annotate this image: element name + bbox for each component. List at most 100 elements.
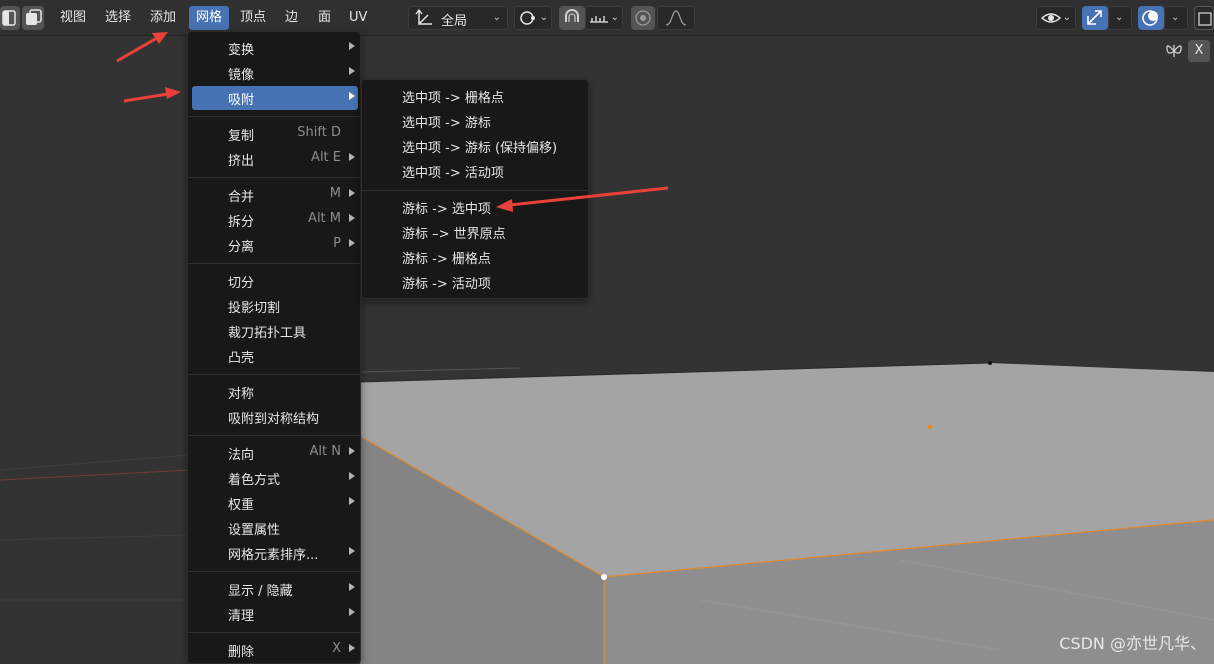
menu-item-label: 投影切割	[228, 301, 281, 316]
xray-toggle[interactable]	[1194, 6, 1214, 30]
menu-separator	[188, 374, 360, 375]
menu-add[interactable]: 添加	[145, 6, 181, 30]
menu-face[interactable]: 面	[313, 6, 336, 30]
menu-item-label: 网格元素排序...	[228, 548, 319, 563]
transform-orientation-icon	[415, 8, 432, 25]
submenu-arrow-icon	[349, 153, 355, 161]
menu-item-label: 分离	[228, 240, 255, 255]
snap-selection-to-cursor[interactable]: 选中项 -> 游标	[366, 109, 586, 133]
menu-item-convex-hull[interactable]: 凸壳	[192, 344, 358, 368]
menu-item-shading[interactable]: 着色方式	[192, 466, 358, 490]
menu-item-bisect[interactable]: 切分	[192, 269, 358, 293]
menu-item-shortcut: M	[329, 186, 341, 201]
viewport-header: 视图 选择 添加 网格 顶点 边 面 UV 全局 ⌄ ⌄ ⌄ ⌄ ⌄ ⌄	[0, 0, 1214, 36]
chevron-down-icon: ⌄	[610, 12, 619, 23]
menu-item-label: 对称	[228, 387, 255, 402]
menu-item-label: 合并	[228, 190, 255, 205]
chevron-down-icon: ⌄	[1115, 12, 1124, 23]
menu-item-knife-topology[interactable]: 裁刀拓扑工具	[192, 319, 358, 343]
select-mode-extend-button[interactable]	[22, 6, 44, 30]
submenu-arrow-icon	[349, 583, 355, 591]
menu-item-show-hide[interactable]: 显示 / 隐藏	[192, 577, 358, 601]
menu-item-delete[interactable]: 删除 X	[192, 638, 358, 662]
snap-selection-to-cursor-offset[interactable]: 选中项 -> 游标 (保持偏移)	[366, 134, 586, 158]
3d-viewport[interactable]	[0, 0, 1214, 664]
menu-item-label: 凸壳	[228, 351, 255, 366]
gizmo-dropdown[interactable]: ⌄	[1108, 6, 1132, 30]
snap-cursor-to-grid[interactable]: 游标 -> 栅格点	[366, 245, 586, 269]
menu-item-mirror[interactable]: 镜像	[192, 61, 358, 85]
menu-item-transform[interactable]: 变换	[192, 36, 358, 60]
menu-item-clean-up[interactable]: 清理	[192, 602, 358, 626]
menu-item-sort-elements[interactable]: 网格元素排序...	[192, 541, 358, 565]
menu-item-separate[interactable]: 分离 P	[192, 233, 358, 257]
transform-orientation-dropdown[interactable]: 全局 ⌄	[408, 6, 508, 30]
snap-selection-to-active[interactable]: 选中项 -> 活动项	[366, 159, 586, 183]
mirror-x-button[interactable]: X	[1188, 40, 1210, 62]
box-select-icon	[2, 10, 16, 26]
menu-item-extrude[interactable]: 挤出 Alt E	[192, 147, 358, 171]
select-mode-button[interactable]	[0, 6, 20, 30]
menu-item-split[interactable]: 拆分 Alt M	[192, 208, 358, 232]
submenu-arrow-icon	[349, 644, 355, 652]
snap-cursor-to-active[interactable]: 游标 -> 活动项	[366, 270, 586, 294]
menu-item-snap[interactable]: 吸附	[192, 86, 358, 110]
menu-item-label: 选中项 -> 游标 (保持偏移)	[402, 141, 558, 156]
menu-item-weights[interactable]: 权重	[192, 491, 358, 515]
pivot-point-dropdown[interactable]: ⌄	[514, 6, 552, 30]
snap-cursor-to-world-origin[interactable]: 游标 –> 世界原点	[366, 220, 586, 244]
menu-uv[interactable]: UV	[344, 6, 372, 30]
active-vertex	[601, 574, 607, 580]
snap-increment-icon	[590, 16, 608, 23]
select-extend-icon	[26, 9, 42, 25]
visibility-dropdown[interactable]: ⌄	[1036, 6, 1076, 30]
gizmo-toggle[interactable]	[1082, 6, 1108, 30]
menu-item-label: 挤出	[228, 154, 255, 169]
magnet-icon	[565, 9, 579, 22]
origin-point	[927, 424, 933, 430]
mesh-symmetry-button[interactable]	[1162, 40, 1186, 62]
menu-item-snap-to-symmetry[interactable]: 吸附到对称结构	[192, 405, 358, 429]
menu-separator	[188, 435, 360, 436]
vertex	[988, 361, 992, 365]
menu-item-label: 选中项 -> 栅格点	[402, 91, 504, 106]
menu-item-label: 切分	[228, 276, 255, 291]
snap-submenu: 选中项 -> 栅格点 选中项 -> 游标 选中项 -> 游标 (保持偏移) 选中…	[361, 79, 589, 299]
transform-orientation-value: 全局	[441, 14, 468, 29]
menu-item-label: 游标 –> 世界原点	[402, 227, 506, 242]
chevron-down-icon: ⌄	[492, 12, 501, 23]
menu-mesh[interactable]: 网格	[189, 6, 230, 30]
menu-item-label: 吸附	[228, 93, 255, 108]
menu-separator	[188, 263, 360, 264]
menu-edge[interactable]: 边	[280, 6, 303, 30]
menu-view[interactable]: 视图	[55, 6, 91, 30]
menu-item-knife-project[interactable]: 投影切割	[192, 294, 358, 318]
menu-item-set-attribute[interactable]: 设置属性	[192, 516, 358, 540]
gizmo-icon	[1087, 10, 1102, 25]
menu-item-label: 游标 -> 选中项	[402, 202, 491, 217]
menu-vertex[interactable]: 顶点	[235, 6, 271, 30]
snap-toggle[interactable]	[559, 6, 585, 30]
submenu-arrow-icon	[349, 214, 355, 222]
overlays-dropdown[interactable]: ⌄	[1164, 6, 1188, 30]
proportional-editing-toggle[interactable]	[631, 6, 655, 30]
overlays-toggle[interactable]	[1138, 6, 1164, 30]
falloff-dropdown[interactable]	[657, 6, 695, 30]
menu-item-label: 变换	[228, 43, 255, 58]
menu-item-merge[interactable]: 合并 M	[192, 183, 358, 207]
viewport-scene	[0, 0, 1214, 664]
menu-select[interactable]: 选择	[100, 6, 136, 30]
menu-item-symmetrize[interactable]: 对称	[192, 380, 358, 404]
menu-item-duplicate[interactable]: 复制 Shift D	[192, 122, 358, 146]
snap-target-dropdown[interactable]: ⌄	[585, 6, 623, 30]
menu-item-label: 游标 -> 栅格点	[402, 252, 491, 267]
menu-item-label: 设置属性	[228, 523, 281, 538]
menu-item-shortcut: Shift D	[297, 125, 341, 140]
menu-item-label: 显示 / 隐藏	[228, 584, 293, 599]
snap-selection-to-grid[interactable]: 选中项 -> 栅格点	[366, 84, 586, 108]
snap-cursor-to-selected[interactable]: 游标 -> 选中项	[366, 195, 586, 219]
submenu-arrow-icon	[349, 497, 355, 505]
menu-item-normals[interactable]: 法向 Alt N	[192, 441, 358, 465]
menu-separator	[188, 116, 360, 117]
menu-item-label: 选中项 -> 游标	[402, 116, 491, 131]
